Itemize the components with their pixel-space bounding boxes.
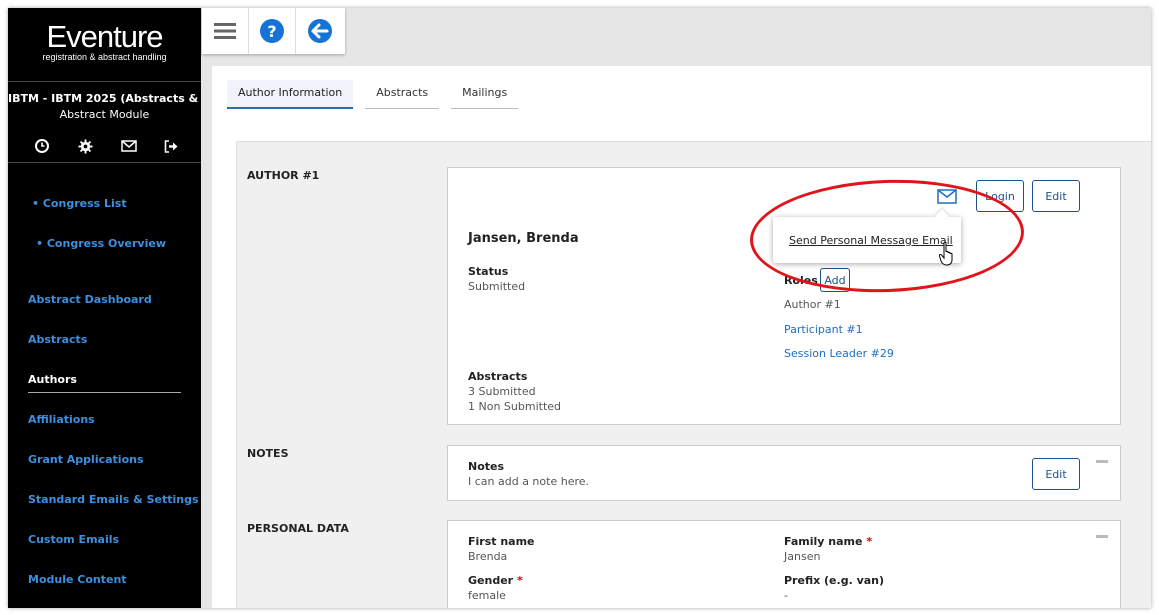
family-name-value: Jansen <box>784 550 821 563</box>
clock-icon[interactable] <box>32 137 52 155</box>
gear-icon[interactable] <box>75 137 95 155</box>
first-name-value: Brenda <box>468 550 508 563</box>
abstracts-submitted: 3 Submitted <box>468 385 536 398</box>
svg-text:?: ? <box>267 22 276 41</box>
menu-button[interactable] <box>202 8 249 54</box>
main-panel: Author Information Abstracts Mailings AU… <box>212 66 1151 608</box>
sidebar-item-authors[interactable]: Authors <box>28 373 77 386</box>
divider <box>8 162 201 163</box>
sidebar-icon-bar <box>32 137 182 155</box>
sidebar-item-grant-applications[interactable]: Grant Applications <box>28 453 144 466</box>
required-mark: * <box>516 574 523 587</box>
section-label-notes: NOTES <box>247 447 289 460</box>
sidebar-item-affiliations[interactable]: Affiliations <box>28 413 95 426</box>
collapse-icon[interactable] <box>1096 535 1108 538</box>
sidebar-item-standard-emails[interactable]: Standard Emails & Settings <box>28 493 199 506</box>
sidebar: Eventure registration & abstract handlin… <box>8 8 201 608</box>
module-name: Abstract Module <box>59 108 150 121</box>
edit-notes-button[interactable]: Edit <box>1032 458 1080 490</box>
edit-author-button[interactable]: Edit <box>1032 180 1080 212</box>
help-icon: ? <box>260 19 284 43</box>
section-label-author: AUTHOR #1 <box>247 169 320 182</box>
logo-subtitle: registration & abstract handling <box>42 52 167 62</box>
role-participant-link[interactable]: Participant #1 <box>784 323 863 336</box>
sidebar-item-congress-overview[interactable]: • Congress Overview <box>36 237 166 250</box>
prefix-value: - <box>784 589 788 602</box>
status-value: Submitted <box>468 280 526 293</box>
back-icon <box>307 19 332 43</box>
hand-cursor-icon <box>939 241 953 266</box>
notes-card: Notes I can add a note here. Edit <box>447 445 1121 501</box>
mail-icon[interactable] <box>119 137 139 155</box>
abstracts-non-submitted: 1 Non Submitted <box>468 400 562 413</box>
notes-value: I can add a note here. <box>468 475 589 488</box>
logo-text: Eventure <box>46 19 163 54</box>
prefix-label: Prefix (e.g. van) <box>784 574 885 587</box>
sidebar-item-abstracts[interactable]: Abstracts <box>28 333 87 346</box>
section-label-personal: PERSONAL DATA <box>247 522 349 535</box>
personal-data-card: First name Brenda Family name * Jansen G… <box>447 520 1121 608</box>
tab-mailings[interactable]: Mailings <box>451 80 519 109</box>
active-indicator <box>28 392 181 393</box>
status-label: Status <box>468 265 509 278</box>
notes-label: Notes <box>468 460 505 473</box>
author-name: Jansen, Brenda <box>468 231 579 246</box>
logo: Eventure registration & abstract handlin… <box>8 19 201 62</box>
role-author: Author #1 <box>784 298 841 311</box>
family-name-label: Family name * <box>784 535 873 548</box>
sidebar-item-module-content[interactable]: Module Content <box>28 573 127 586</box>
back-button[interactable] <box>296 8 343 54</box>
tab-abstracts[interactable]: Abstracts <box>365 80 440 109</box>
sidebar-item-custom-emails[interactable]: Custom Emails <box>28 533 119 546</box>
logout-icon[interactable] <box>162 137 182 155</box>
sidebar-item-congress-list[interactable]: • Congress List <box>32 197 127 210</box>
event-name: IBTM - IBTM 2025 (Abstracts & Par... <box>8 92 201 105</box>
top-toolbar: ? <box>202 8 345 54</box>
sidebar-item-abstract-dashboard[interactable]: Abstract Dashboard <box>28 293 152 306</box>
required-mark: * <box>866 535 873 548</box>
first-name-label: First name <box>468 535 535 548</box>
tab-bar: Author Information Abstracts Mailings <box>227 80 530 109</box>
divider <box>8 81 201 82</box>
app-window: Eventure registration & abstract handlin… <box>8 8 1151 608</box>
menu-icon <box>214 23 236 39</box>
help-button[interactable]: ? <box>249 8 296 54</box>
abstracts-label: Abstracts <box>468 370 528 383</box>
tab-author-information[interactable]: Author Information <box>227 80 354 109</box>
gender-label: Gender * <box>468 574 523 587</box>
collapse-icon[interactable] <box>1096 460 1108 463</box>
role-session-leader-link[interactable]: Session Leader #29 <box>784 347 894 360</box>
gender-value: female <box>468 589 506 602</box>
